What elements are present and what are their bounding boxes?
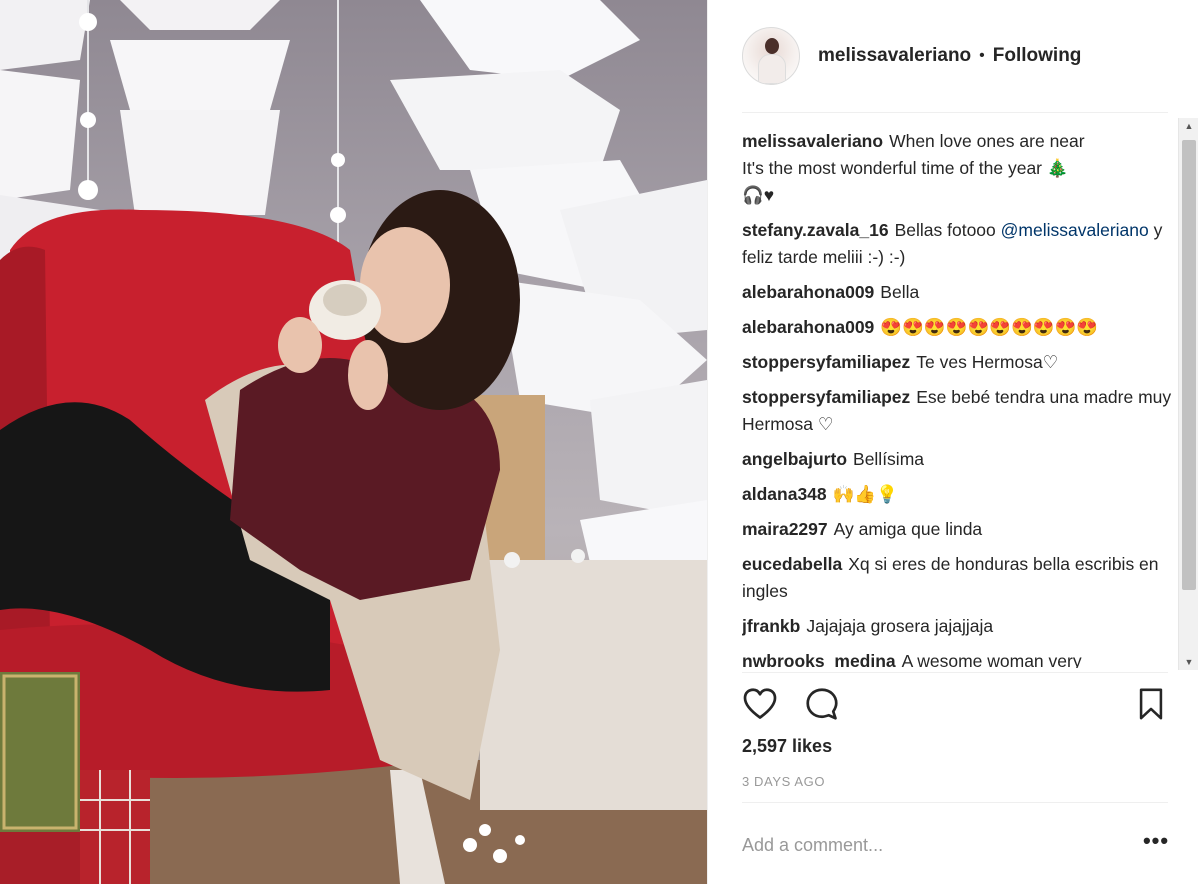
comment-text: Bellísima <box>853 449 925 469</box>
comment-item: nwbrooks_medina A wesome woman very <box>742 648 1172 668</box>
heart-icon[interactable] <box>742 686 782 726</box>
post-side-panel: melissavaleriano • Following melissavale… <box>707 0 1200 884</box>
more-options-icon[interactable]: ••• <box>1142 830 1170 854</box>
comments-scrollbar[interactable]: ▲ ▼ <box>1178 118 1198 670</box>
timestamp[interactable]: 3 DAYS AGO <box>742 774 825 789</box>
comment-item: jfrankb Jajajaja grosera jajajjaja <box>742 613 1172 640</box>
comment-username[interactable]: aldana348 <box>742 484 827 504</box>
comment-text: Te ves Hermosa♡ <box>916 352 1059 372</box>
comment-item: maira2297 Ay amiga que linda <box>742 516 1172 543</box>
comment-text: Jajajaja grosera jajajjaja <box>806 616 994 636</box>
separator-dot: • <box>979 47 985 64</box>
arrow-up-icon[interactable]: ▲ <box>1179 118 1199 134</box>
avatar-body <box>758 54 786 84</box>
comment-username[interactable]: jfrankb <box>742 616 800 636</box>
comment-item: alebarahona009 😍😍😍😍😍😍😍😍😍😍 <box>742 314 1172 341</box>
comment-username[interactable]: maira2297 <box>742 519 828 539</box>
post-photo[interactable] <box>0 0 707 884</box>
photo-illustration <box>0 0 707 884</box>
speech-bubble-icon[interactable] <box>804 686 844 726</box>
add-comment-bar: ••• <box>742 818 1168 872</box>
comment-text: 🙌👍💡 <box>832 484 899 504</box>
comment-username[interactable]: eucedabella <box>742 554 842 574</box>
comment-username[interactable]: stoppersyfamiliapez <box>742 352 910 372</box>
footer-divider <box>742 802 1168 803</box>
comment-username[interactable]: stoppersyfamiliapez <box>742 387 910 407</box>
comment-item: stefany.zavala_16 Bellas fotooo @melissav… <box>742 217 1172 271</box>
scrollbar-thumb[interactable] <box>1182 140 1196 590</box>
comment-username[interactable]: angelbajurto <box>742 449 847 469</box>
bookmark-icon[interactable] <box>1134 686 1174 726</box>
caption: melissavaleriano When love ones are near … <box>742 128 1172 209</box>
comment-username[interactable]: stefany.zavala_16 <box>742 220 889 240</box>
avatar[interactable] <box>742 27 800 85</box>
arrow-down-icon[interactable]: ▼ <box>1179 654 1199 670</box>
post-actions <box>742 686 1168 726</box>
avatar-head <box>765 38 779 54</box>
comment-text: Bellas fotooo <box>894 220 996 240</box>
header-divider <box>742 112 1168 113</box>
comment-username[interactable]: alebarahona009 <box>742 282 874 302</box>
comment-text: Bella <box>880 282 920 302</box>
comment-text: Ay amiga que linda <box>833 519 983 539</box>
comment-text: 😍😍😍😍😍😍😍😍😍😍 <box>880 317 1099 337</box>
post-header: melissavaleriano • Following <box>708 0 1200 112</box>
likes-count[interactable]: 2,597 likes <box>742 736 832 757</box>
comment-text: A wesome woman very <box>901 651 1082 668</box>
comment-username[interactable]: alebarahona009 <box>742 317 874 337</box>
comments-list: melissavaleriano When love ones are near … <box>742 128 1172 668</box>
comment-username[interactable]: nwbrooks_medina <box>742 651 896 668</box>
comment-item: aldana348 🙌👍💡 <box>742 481 1172 508</box>
comment-mention-link[interactable]: @melissavaleriano <box>1001 220 1149 240</box>
comment-item: eucedabella Xq si eres de honduras bella … <box>742 551 1172 605</box>
caption-username[interactable]: melissavaleriano <box>742 131 883 151</box>
comment-item: alebarahona009 Bella <box>742 279 1172 306</box>
comment-item: stoppersyfamiliapez Te ves Hermosa♡ <box>742 349 1172 376</box>
following-button[interactable]: Following <box>993 45 1082 67</box>
comment-item: angelbajurto Bellísima <box>742 446 1172 473</box>
comment-item: stoppersyfamiliapez Ese bebé tendra una m… <box>742 384 1172 438</box>
username-link[interactable]: melissavaleriano <box>818 45 971 67</box>
comments-divider <box>742 672 1168 673</box>
add-comment-input[interactable] <box>742 826 1122 864</box>
